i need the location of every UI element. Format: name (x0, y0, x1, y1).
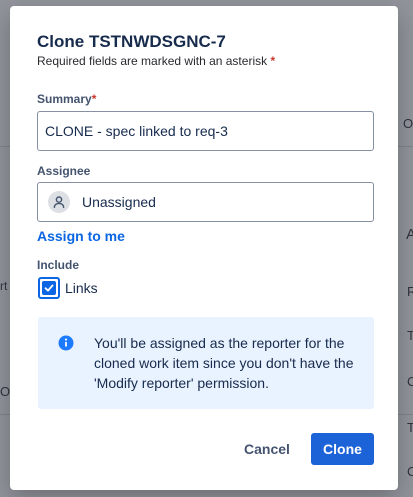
clone-dialog: Clone TSTNWDSGNC-7 Required fields are m… (10, 6, 398, 490)
links-checkbox-label: Links (65, 280, 98, 296)
info-icon (58, 335, 74, 356)
dialog-title: Clone TSTNWDSGNC-7 (37, 32, 226, 51)
required-asterisk: * (91, 92, 97, 106)
assignee-label: Assignee (37, 164, 91, 178)
assignee-value: Unassigned (82, 194, 156, 210)
assignee-select[interactable]: Unassigned (37, 182, 374, 222)
include-label: Include (37, 258, 80, 272)
links-checkbox[interactable] (38, 277, 60, 299)
clone-button[interactable]: Clone (311, 433, 374, 465)
summary-label: Summary* (37, 92, 96, 106)
assign-to-me-link[interactable]: Assign to me (37, 228, 125, 244)
summary-label-text: Summary (37, 92, 92, 106)
required-fields-note: Required fields are marked with an aster… (37, 54, 268, 68)
links-checkbox-row[interactable]: Links (38, 277, 98, 299)
user-avatar-icon (48, 191, 70, 213)
info-message-text: You'll be assigned as the reporter for t… (94, 335, 354, 391)
cancel-button[interactable]: Cancel (232, 433, 302, 465)
dialog-subtitle: Required fields are marked with an aster… (37, 54, 275, 68)
summary-field[interactable] (37, 111, 374, 151)
required-asterisk: * (270, 54, 276, 68)
checkmark-icon (42, 281, 56, 295)
info-section-message: You'll be assigned as the reporter for t… (38, 317, 374, 409)
summary-input[interactable] (38, 123, 373, 139)
